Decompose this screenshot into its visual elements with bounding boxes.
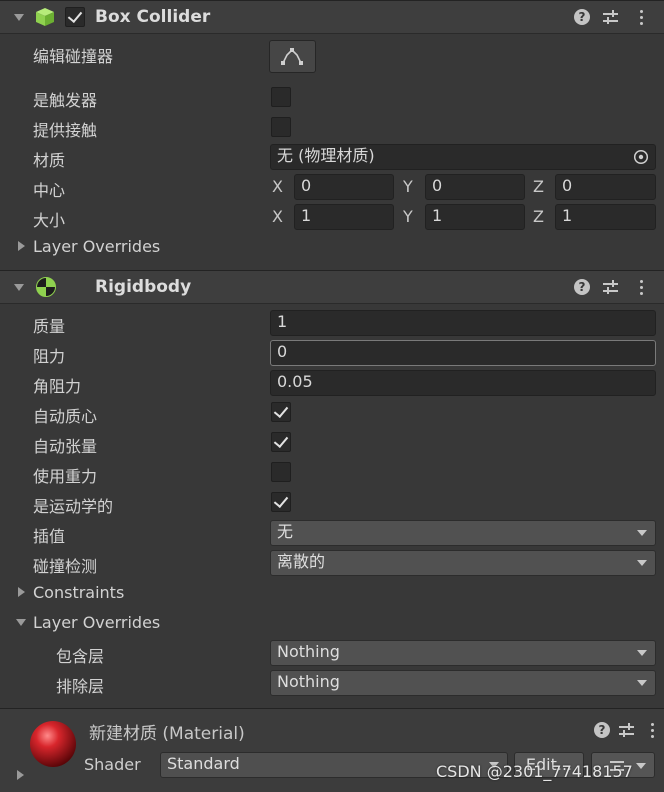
center-z-field[interactable]: 0 <box>555 174 656 200</box>
center-x-field[interactable]: 0 <box>294 174 394 200</box>
center-y-field[interactable]: 0 <box>425 174 525 200</box>
constraints-foldout[interactable]: Constraints <box>33 583 124 602</box>
edit-collider-button[interactable] <box>269 40 316 73</box>
size-y-field[interactable]: 1 <box>425 204 525 230</box>
menu-kebab-icon[interactable] <box>640 10 644 28</box>
rigidbody-header[interactable]: Rigidbody ? <box>0 270 664 304</box>
drag-field[interactable]: 0 <box>270 340 656 366</box>
box-collider-icon <box>36 8 54 26</box>
fold-arrow-icon[interactable] <box>18 241 25 251</box>
interpolate-dropdown[interactable]: 无 <box>270 520 656 546</box>
provides-contacts-checkbox[interactable] <box>271 117 291 137</box>
shader-value: Standard <box>167 754 240 773</box>
auto-center-checkbox[interactable] <box>271 402 291 422</box>
presets-icon[interactable] <box>603 10 618 24</box>
size-x-field[interactable]: 1 <box>294 204 394 230</box>
material-value: 无 (物理材质) <box>277 146 375 165</box>
box-collider-header[interactable]: Box Collider ? <box>0 0 664 34</box>
center-z-value: 0 <box>562 176 573 195</box>
presets-icon[interactable] <box>619 723 634 737</box>
exclude-layers-label: 排除层 <box>56 677 105 696</box>
rigidbody-layer-overrides-foldout[interactable]: Layer Overrides <box>33 613 160 632</box>
material-field[interactable]: 无 (物理材质) <box>270 144 656 170</box>
menu-kebab-icon[interactable] <box>651 723 655 741</box>
material-title: 新建材质 (Material) <box>89 724 245 744</box>
include-layers-value: Nothing <box>277 642 340 661</box>
exclude-layers-dropdown[interactable]: Nothing <box>270 670 656 696</box>
angular-drag-field[interactable]: 0.05 <box>270 370 656 396</box>
dropdown-arrow-icon <box>636 763 646 769</box>
size-y-label: Y <box>403 207 413 226</box>
rigidbody-title: Rigidbody <box>95 277 192 297</box>
collision-detection-dropdown[interactable]: 离散的 <box>270 550 656 576</box>
material-sphere-icon <box>30 721 76 767</box>
box-collider-title: Box Collider <box>95 7 211 27</box>
fold-arrow-icon[interactable] <box>17 770 24 780</box>
size-z-label: Z <box>533 207 544 226</box>
shader-label: Shader <box>84 755 141 774</box>
drag-value: 0 <box>277 342 288 361</box>
angular-drag-label: 角阻力 <box>33 377 82 396</box>
presets-icon[interactable] <box>603 280 618 294</box>
edit-collider-label: 编辑碰撞器 <box>33 47 114 66</box>
provides-contacts-label: 提供接触 <box>33 121 98 140</box>
center-x-value: 0 <box>301 176 312 195</box>
edit-collider-icon <box>281 48 303 65</box>
dropdown-arrow-icon <box>637 530 647 536</box>
center-z-label: Z <box>533 177 544 196</box>
dropdown-arrow-icon <box>637 560 647 566</box>
include-layers-dropdown[interactable]: Nothing <box>270 640 656 666</box>
is-trigger-label: 是触发器 <box>33 91 98 110</box>
size-z-value: 1 <box>562 206 573 225</box>
help-icon[interactable]: ? <box>574 9 590 25</box>
use-gravity-checkbox[interactable] <box>271 462 291 482</box>
fold-arrow-icon[interactable] <box>18 587 25 597</box>
rigidbody-icon <box>36 277 56 297</box>
is-trigger-checkbox[interactable] <box>271 87 291 107</box>
dropdown-arrow-icon <box>637 650 647 656</box>
material-label: 材质 <box>33 151 66 170</box>
drag-label: 阻力 <box>33 347 66 366</box>
watermark: CSDN @2301_77418157 <box>436 762 633 781</box>
box-collider-layer-overrides-foldout[interactable]: Layer Overrides <box>33 237 160 256</box>
size-z-field[interactable]: 1 <box>555 204 656 230</box>
exclude-layers-value: Nothing <box>277 672 340 691</box>
collision-detection-label: 碰撞检测 <box>33 557 98 576</box>
mass-value: 1 <box>277 312 288 331</box>
mass-label: 质量 <box>33 317 66 336</box>
is-kinematic-checkbox[interactable] <box>271 492 291 512</box>
interpolate-value: 无 <box>277 522 294 541</box>
auto-center-label: 自动质心 <box>33 407 98 426</box>
fold-arrow-icon[interactable] <box>16 619 26 626</box>
include-layers-label: 包含层 <box>56 647 105 666</box>
box-collider-enabled-checkbox[interactable] <box>65 7 85 27</box>
center-y-label: Y <box>403 177 413 196</box>
help-icon[interactable]: ? <box>594 722 610 738</box>
menu-kebab-icon[interactable] <box>640 280 644 298</box>
collision-detection-value: 离散的 <box>277 552 326 571</box>
angular-drag-value: 0.05 <box>277 372 313 391</box>
size-y-value: 1 <box>432 206 443 225</box>
interpolate-label: 插值 <box>33 527 66 546</box>
mass-field[interactable]: 1 <box>270 310 656 336</box>
object-picker-icon[interactable] <box>633 149 649 165</box>
center-x-label: X <box>272 177 283 196</box>
dropdown-arrow-icon <box>637 680 647 686</box>
fold-arrow-icon[interactable] <box>14 14 24 21</box>
size-label: 大小 <box>33 211 66 230</box>
fold-arrow-icon[interactable] <box>14 284 24 291</box>
help-icon[interactable]: ? <box>574 279 590 295</box>
is-kinematic-label: 是运动学的 <box>33 497 114 516</box>
size-x-value: 1 <box>301 206 312 225</box>
use-gravity-label: 使用重力 <box>33 467 98 486</box>
center-y-value: 0 <box>432 176 443 195</box>
auto-tensor-checkbox[interactable] <box>271 432 291 452</box>
auto-tensor-label: 自动张量 <box>33 437 98 456</box>
size-x-label: X <box>272 207 283 226</box>
center-label: 中心 <box>33 181 66 200</box>
